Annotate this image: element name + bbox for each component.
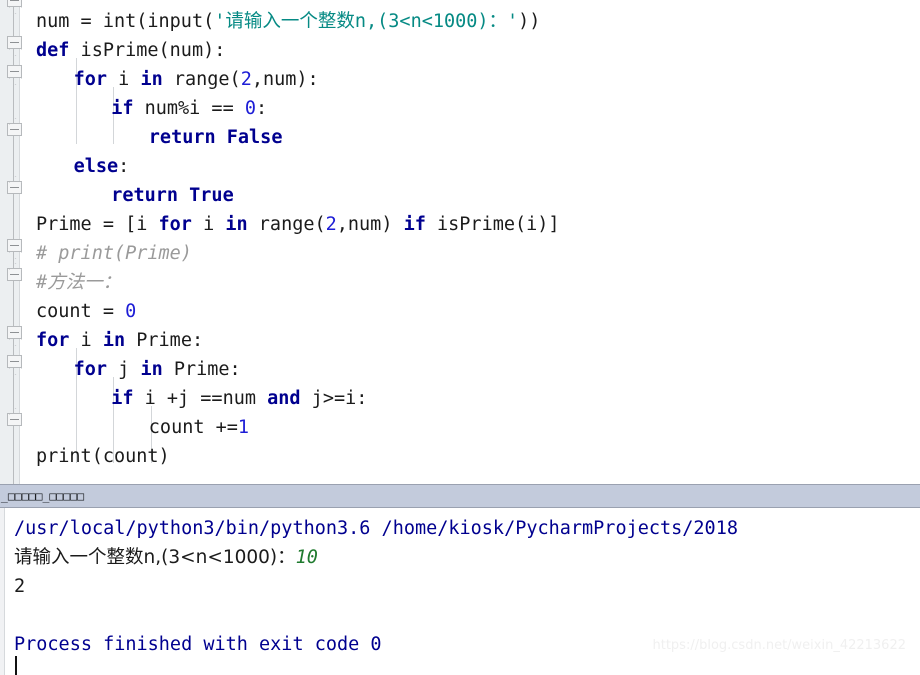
token-num: 0 (244, 98, 256, 119)
code-line[interactable]: count +=1 (149, 413, 249, 442)
token-kw: if (111, 98, 134, 119)
token-plain: j (107, 359, 141, 380)
token-plain: isPrime(i)] (425, 214, 560, 235)
token-plain: num = (36, 11, 103, 32)
token-kw: and (267, 388, 301, 409)
code-editor[interactable]: num = int(input('请输入一个整数n,(3<n<1000)：'))… (0, 0, 920, 484)
console-segment-black-cn: 请输入一个整数n,(3<n<1000)： (14, 547, 296, 568)
token-kw: in (102, 330, 126, 351)
token-plain: Prime: (162, 359, 241, 380)
console-segment-blue: /usr/local/python3/bin/python3.6 /home/k… (14, 518, 738, 539)
token-kw: for (73, 69, 108, 90)
code-line[interactable]: #方法一： (36, 268, 121, 297)
token-kw: return False (148, 127, 283, 148)
console-line: Process finished with exit code 0 (14, 630, 382, 659)
token-plain: i +j ==num (133, 388, 268, 409)
console-line: 2 (14, 572, 25, 601)
token-kw: in (140, 359, 163, 380)
token-plain: : (256, 98, 268, 119)
console-gutter (0, 508, 5, 675)
token-plain: i (191, 214, 226, 235)
token-plain: i (69, 330, 103, 351)
token-kw: return True (111, 185, 234, 206)
token-plain: range( (162, 69, 241, 90)
token-plain: print(count) (36, 446, 170, 467)
token-num: 2 (240, 69, 252, 90)
token-kw: else (73, 156, 119, 177)
token-num: 2 (325, 214, 337, 235)
token-plain: input (147, 11, 204, 32)
code-line[interactable]: if num%i == 0: (111, 94, 267, 123)
token-plain: ,num): (251, 69, 319, 90)
token-plain: ( (203, 11, 215, 32)
code-line[interactable]: for j in Prime: (74, 355, 241, 384)
code-line[interactable]: for i in Prime: (36, 326, 203, 355)
token-cmt: # print(Prime) (36, 243, 192, 264)
token-plain: count += (148, 417, 238, 438)
token-plain: Prime = [i (36, 214, 159, 235)
token-plain: count = (36, 301, 126, 322)
editor-gutter[interactable] (0, 0, 22, 484)
code-line[interactable]: else: (74, 152, 130, 181)
console-line: 请输入一个整数n,(3<n<1000)：10 (14, 543, 318, 572)
console-segment-blue: Process finished with exit code 0 (14, 634, 382, 655)
token-kw: if (403, 214, 426, 235)
token-kw: if (111, 388, 134, 409)
code-line[interactable]: count = 0 (36, 297, 136, 326)
code-line[interactable]: num = int(input('请输入一个整数n,(3<n<1000)：')) (36, 7, 540, 36)
token-plain: )) (518, 11, 541, 32)
token-kw: for (158, 214, 192, 235)
token-plain: : (118, 156, 130, 177)
token-plain: i (107, 69, 141, 90)
code-line[interactable]: # print(Prime) (36, 239, 192, 268)
token-plain: ,num) (336, 214, 404, 235)
token-plain: Prime: (125, 330, 204, 351)
code-line[interactable]: return True (111, 181, 234, 210)
token-num: 0 (125, 301, 137, 322)
token-str: '请输入一个整数n,(3<n<1000)：' (214, 11, 519, 32)
code-line[interactable]: def isPrime(num): (36, 36, 225, 65)
pycharm-window: num = int(input('请输入一个整数n,(3<n<1000)：'))… (0, 0, 920, 675)
csdn-watermark: https://blog.csdn.net/weixin_42213622 (652, 638, 906, 653)
code-line[interactable]: Prime = [i for i in range(2,num) if isPr… (36, 210, 560, 239)
token-kw: for (36, 330, 70, 351)
code-line[interactable]: for i in range(2,num): (74, 65, 319, 94)
token-plain: ( (136, 11, 148, 32)
token-kw: in (140, 69, 163, 90)
token-cmt: #方法一： (36, 272, 122, 293)
console-line: /usr/local/python3/bin/python3.6 /home/k… (14, 514, 738, 543)
code-text-area[interactable]: num = int(input('请输入一个整数n,(3<n<1000)：'))… (20, 0, 920, 484)
token-plain: int (102, 11, 137, 32)
run-tool-tabbar[interactable]: 5_□□□□□_□□□□□ (0, 484, 920, 508)
token-kw: in (225, 214, 248, 235)
token-kw: def (36, 40, 70, 61)
token-plain: j>=i: (300, 388, 368, 409)
token-num: 1 (237, 417, 250, 438)
console-segment-black: 2 (14, 576, 26, 597)
token-kw: for (73, 359, 108, 380)
code-line[interactable]: return False (149, 123, 283, 152)
token-plain: range( (247, 214, 326, 235)
code-line[interactable]: if i +j ==num and j>=i: (111, 384, 367, 413)
console-caret (15, 656, 17, 675)
token-plain: num%i == (133, 98, 245, 119)
run-console[interactable]: /usr/local/python3/bin/python3.6 /home/k… (0, 508, 920, 675)
code-line[interactable]: print(count) (36, 442, 170, 471)
active-run-tab-label[interactable]: 5_□□□□□_□□□□□ (0, 488, 84, 504)
console-segment-input: 10 (295, 547, 318, 568)
token-plain: isPrime(num): (69, 40, 226, 61)
